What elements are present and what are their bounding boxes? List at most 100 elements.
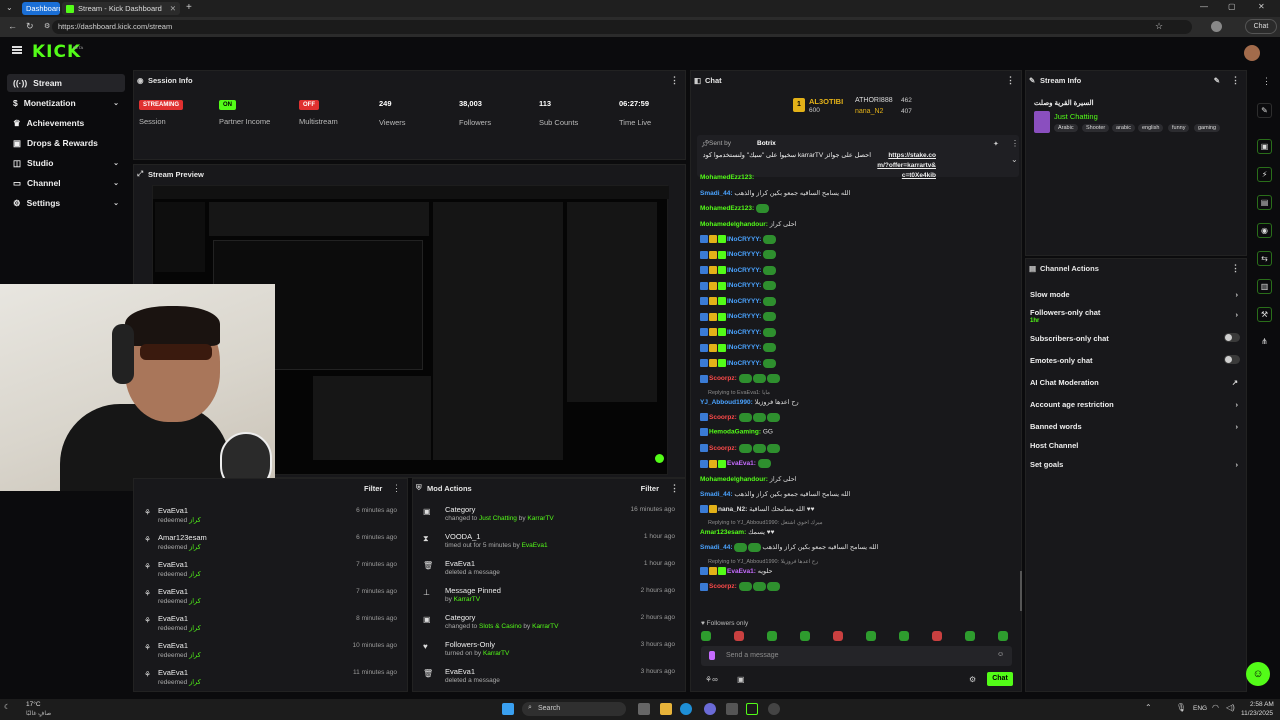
activity-row[interactable]: ⚘ Amar123esam redeemed كراز 6 minutes ago [144, 531, 401, 557]
expand-icon[interactable]: ⤢ [137, 169, 143, 179]
quick-emote-icon[interactable] [800, 631, 810, 641]
chat-username[interactable]: Smadi_44: [700, 544, 733, 551]
chat-username[interactable]: Amar123esam: [700, 529, 746, 536]
file-explorer-icon[interactable] [660, 703, 672, 715]
clock-time[interactable]: 2:58 AM [1250, 701, 1274, 708]
chat-message[interactable]: INoCRYYY: [700, 327, 777, 337]
quick-emote-icon[interactable] [701, 631, 711, 641]
chat-bubble-icon[interactable]: ◉ [1257, 223, 1272, 238]
mic-icon[interactable]: 🎙︎ [1176, 703, 1186, 712]
clock-date[interactable]: 11/23/2025 [1241, 710, 1273, 717]
more-options-icon[interactable]: ⋮ [1011, 139, 1019, 148]
task-view-icon[interactable] [638, 703, 650, 715]
unpin-icon[interactable]: ✦ [993, 140, 999, 148]
chat-message[interactable]: INoCRYYY: [700, 281, 777, 290]
quick-emote-icon[interactable] [767, 631, 777, 641]
mod-action-row[interactable]: ▣ Category changed to Slots & Casino by Ka… [423, 611, 679, 637]
sidebar-item-drops-rewards[interactable]: ▣ Drops & Rewards [7, 134, 125, 152]
chat-message[interactable]: EvaEva1: [700, 459, 772, 468]
more-options-icon[interactable]: ⋮ [1231, 75, 1240, 86]
send-chat-button[interactable]: Chat [987, 672, 1013, 686]
chat-message[interactable]: Smadi_44: الله يسامح الساقيه جمعو بكين ك… [700, 543, 878, 552]
chat-message[interactable]: INoCRYYY: [700, 296, 777, 306]
gift-icon[interactable]: ▣ [737, 675, 745, 684]
tab-stream-dashboard[interactable]: Stream - Kick Dashboard ✕ [62, 2, 180, 15]
more-options-icon[interactable]: ⋮ [670, 483, 679, 494]
sidebar-item-settings[interactable]: ⚙ Settings ⌄ [7, 194, 125, 212]
mod-action-highlight[interactable]: EvaEva1 [522, 542, 548, 549]
channel-action-7[interactable]: Host Channel [1030, 441, 1240, 450]
channel-action-3[interactable]: Emotes-only chat [1030, 355, 1240, 365]
mod-action-highlight[interactable]: KarrarTV [532, 623, 558, 630]
chat-message[interactable]: INoCRYYY: [700, 312, 777, 321]
mod-action-row[interactable]: ▣ Category changed to Just Chatting by Kar… [423, 503, 679, 529]
chat-username[interactable]: INoCRYYY: [727, 313, 761, 320]
chat-username[interactable]: INoCRYYY: [727, 360, 761, 367]
more-options-icon[interactable]: ⋮ [392, 483, 401, 494]
menu-icon[interactable] [12, 46, 22, 54]
chat-message[interactable]: Scoorpz: [700, 582, 781, 591]
mod-action-highlight[interactable]: KarrarTV [454, 596, 480, 603]
activity-row[interactable]: ⚘ EvaEva1 redeemed كراز 11 minutes ago [144, 666, 401, 692]
tray-chevron-icon[interactable]: ⌃ [1145, 703, 1152, 712]
pinned-sender[interactable]: Botrix [757, 140, 776, 147]
activity-user[interactable]: Amar123esam [158, 533, 207, 542]
volume-icon[interactable]: ◁) [1226, 703, 1235, 712]
quick-emote-icon[interactable] [734, 631, 744, 641]
channel-action-4[interactable]: AI Chat Moderation ↗ [1030, 378, 1240, 387]
chat-message[interactable]: EvaEva1: حلويه [700, 566, 773, 575]
chat-scrollbar[interactable] [1020, 571, 1022, 611]
mod-action-row[interactable]: ♥ Followers-Only turned on by KarrarTV 3 ho… [423, 638, 679, 664]
chat-message[interactable]: Amar123esam: يسمك ♥♥ [700, 528, 774, 536]
chat-username[interactable]: EvaEva1: [727, 568, 756, 575]
bolt-icon[interactable]: ⚡︎ [1257, 167, 1272, 182]
user-avatar[interactable] [1244, 45, 1260, 61]
leader-name[interactable]: ATHORI888 [855, 97, 893, 104]
tab-dashboard[interactable]: Dashboard [22, 2, 60, 15]
chat-message[interactable]: Scoorpz: [700, 412, 781, 422]
minimize-window-icon[interactable]: — [1200, 2, 1208, 11]
site-info-icon[interactable]: ⚙ [44, 22, 50, 30]
mod-action-row[interactable]: ⧗ VOODA_1 timed out for 5 minutes by EvaEv… [423, 530, 679, 556]
mod-action-row[interactable]: 🗑︎ EvaEva1 deleted a message 3 hours ago [423, 665, 679, 691]
activity-user[interactable]: EvaEva1 [158, 614, 188, 623]
mod-action-row[interactable]: ⊥ Message Pinned by KarrarTV 2 hours ago [423, 584, 679, 610]
screen-icon[interactable]: ▣ [1257, 139, 1272, 154]
filter-button[interactable]: Filter [364, 484, 382, 493]
activity-user[interactable]: EvaEva1 [158, 668, 188, 677]
copilot-chat-button[interactable]: Chat [1245, 19, 1277, 34]
activity-row[interactable]: ⚘ EvaEva1 redeemed كراز 10 minutes ago [144, 639, 401, 665]
chat-username[interactable]: Mohamedelghandour: [700, 476, 768, 483]
sidebar-item-achievements[interactable]: ♛ Achievements [7, 114, 125, 132]
sidebar-item-channel[interactable]: ▭ Channel ⌄ [7, 174, 125, 192]
chat-message[interactable]: Smadi_44: الله يسامح الساقيه جمعو بكين ك… [700, 490, 850, 498]
mod-action-highlight[interactable]: KarrarTV [483, 650, 509, 657]
chat-username[interactable]: Scoorpz: [709, 414, 737, 421]
chat-message[interactable]: YJ_Abboud1990: رح اعدها فروزيلا [700, 398, 799, 406]
quick-emote-icon[interactable] [932, 631, 942, 641]
close-tab-icon[interactable]: ✕ [170, 4, 176, 13]
start-icon[interactable] [502, 703, 514, 715]
profile-avatar[interactable] [1211, 21, 1222, 32]
chat-message[interactable]: INoCRYYY: [700, 234, 777, 244]
chat-username[interactable]: Scoorpz: [709, 583, 737, 590]
sidebar-item-stream[interactable]: ((·)) Stream [7, 74, 125, 92]
address-bar[interactable]: https://dashboard.kick.com/stream [52, 20, 1192, 34]
chat-settings-icon[interactable]: ⚙ [969, 675, 976, 684]
quick-emote-icon[interactable] [833, 631, 843, 641]
activity-user[interactable]: EvaEva1 [158, 587, 188, 596]
mod-action-highlight[interactable]: Just Chatting [479, 515, 517, 522]
channel-action-0[interactable]: Slow mode › [1030, 290, 1240, 299]
discord-icon[interactable] [704, 703, 716, 715]
activity-row[interactable]: ⚘ EvaEva1 redeemed كراز 7 minutes ago [144, 558, 401, 584]
sidebar-item-studio[interactable]: ◫ Studio ⌄ [7, 154, 125, 172]
quick-emote-icon[interactable] [965, 631, 975, 641]
stat-partner-income[interactable]: ON Partner Income [219, 99, 270, 126]
chat-username[interactable]: Scoorpz: [709, 375, 737, 382]
edge-icon[interactable] [680, 703, 692, 715]
mod-action-highlight[interactable]: Slots & Casino [479, 623, 522, 630]
chat-message[interactable]: Smadi_44: الله يسامح الساقيه جمعو بكين ك… [700, 189, 850, 197]
chat-username[interactable]: HemodaGaming: [709, 429, 761, 436]
more-options-icon[interactable]: ⋮ [1262, 76, 1271, 87]
emoji-icon[interactable]: ☺ [997, 651, 1004, 658]
